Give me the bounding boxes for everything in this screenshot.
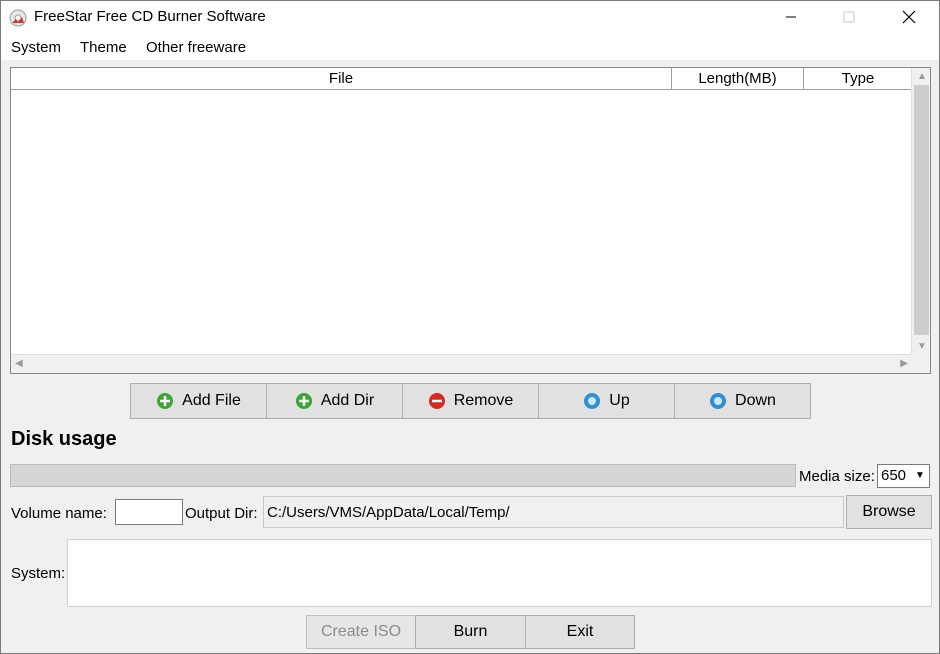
disk-usage-heading: Disk usage bbox=[11, 428, 117, 450]
remove-button[interactable]: Remove bbox=[402, 383, 539, 419]
burn-button[interactable]: Burn bbox=[415, 615, 526, 649]
column-header-file[interactable]: File bbox=[11, 68, 672, 89]
title-bar: FreeStar Free CD Burner Software bbox=[1, 1, 939, 33]
exit-button[interactable]: Exit bbox=[525, 615, 635, 649]
add-icon bbox=[157, 393, 174, 409]
table-header: File Length(MB) Type bbox=[11, 68, 912, 90]
down-label: Down bbox=[735, 392, 776, 409]
minimize-icon bbox=[786, 16, 796, 18]
browse-label: Browse bbox=[862, 503, 916, 520]
output-dir-field[interactable] bbox=[263, 496, 844, 528]
down-arrow-icon bbox=[710, 393, 727, 409]
burn-label: Burn bbox=[453, 623, 488, 640]
media-size-value: 650 bbox=[881, 467, 907, 484]
media-size-label: Media size: bbox=[799, 468, 875, 485]
horizontal-scrollbar[interactable]: ◀ ▶ bbox=[11, 354, 912, 373]
scroll-right-icon[interactable]: ▶ bbox=[900, 358, 908, 369]
output-dir-label: Output Dir: bbox=[185, 505, 258, 522]
add-dir-label: Add Dir bbox=[320, 392, 375, 409]
create-iso-button[interactable]: Create ISO bbox=[306, 615, 416, 649]
disk-usage-progress-bar bbox=[10, 464, 796, 487]
add-icon bbox=[295, 393, 312, 409]
add-file-button[interactable]: Add File bbox=[130, 383, 267, 419]
chevron-down-icon[interactable]: ▼ bbox=[911, 465, 929, 487]
remove-icon bbox=[428, 393, 445, 409]
close-button[interactable] bbox=[879, 1, 939, 33]
menu-bar: System Theme Other freeware bbox=[1, 33, 939, 60]
volume-name-input[interactable] bbox=[115, 499, 183, 525]
scroll-up-icon[interactable]: ▲ bbox=[917, 71, 927, 82]
add-dir-button[interactable]: Add Dir bbox=[266, 383, 403, 419]
column-header-type[interactable]: Type bbox=[804, 68, 912, 89]
app-logo-icon bbox=[9, 9, 27, 27]
volume-name-label: Volume name: bbox=[11, 505, 107, 522]
up-arrow-icon bbox=[584, 393, 601, 409]
window-title: FreeStar Free CD Burner Software bbox=[34, 8, 266, 25]
minimize-button[interactable] bbox=[761, 1, 821, 33]
close-icon bbox=[902, 10, 916, 24]
column-header-length[interactable]: Length(MB) bbox=[672, 68, 804, 89]
vertical-scroll-thumb[interactable] bbox=[914, 85, 929, 335]
scroll-down-icon[interactable]: ▼ bbox=[917, 341, 927, 352]
file-list-table[interactable]: File Length(MB) Type ▲ ▼ ◀ ▶ bbox=[10, 67, 931, 374]
media-size-select[interactable]: 650 ▼ bbox=[877, 464, 930, 488]
scroll-left-icon[interactable]: ◀ bbox=[15, 358, 23, 369]
create-iso-label: Create ISO bbox=[320, 623, 402, 640]
maximize-button[interactable] bbox=[819, 1, 879, 33]
down-button[interactable]: Down bbox=[674, 383, 811, 419]
menu-other-freeware[interactable]: Other freeware bbox=[146, 39, 246, 56]
system-label: System: bbox=[11, 565, 66, 582]
scroll-corner bbox=[911, 354, 930, 373]
system-log-textarea[interactable] bbox=[67, 539, 932, 607]
up-label: Up bbox=[609, 392, 630, 409]
up-button[interactable]: Up bbox=[538, 383, 675, 419]
maximize-icon bbox=[843, 11, 855, 23]
browse-button[interactable]: Browse bbox=[846, 495, 932, 529]
app-window: FreeStar Free CD Burner Software System … bbox=[0, 0, 940, 654]
menu-theme[interactable]: Theme bbox=[80, 39, 127, 56]
vertical-scrollbar[interactable]: ▲ ▼ bbox=[911, 68, 930, 355]
remove-label: Remove bbox=[453, 392, 514, 409]
menu-system[interactable]: System bbox=[11, 39, 61, 56]
add-file-label: Add File bbox=[182, 392, 241, 409]
exit-label: Exit bbox=[566, 623, 594, 640]
